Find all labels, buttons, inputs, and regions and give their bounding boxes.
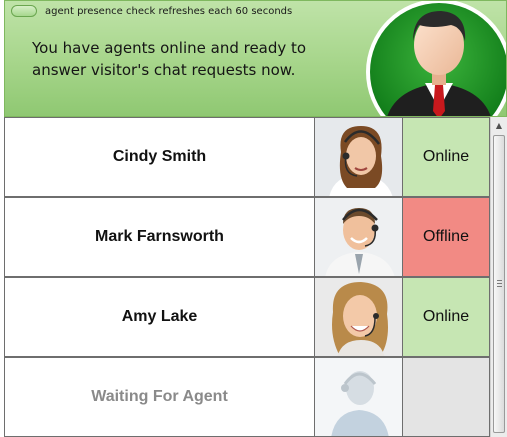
scroll-thumb[interactable]	[493, 135, 505, 433]
presence-header: agent presence check refreshes each 60 s…	[4, 0, 507, 117]
status-online: Online	[402, 277, 490, 357]
grip-line	[497, 280, 502, 281]
status-label: Offline	[423, 228, 469, 245]
status-offline: Offline	[402, 197, 490, 277]
female-agent-headset-photo	[314, 117, 403, 197]
refresh-indicator: agent presence check refreshes each 60 s…	[11, 4, 292, 18]
agent-name-cell: Amy Lake	[4, 277, 315, 357]
agent-row[interactable]: Waiting For Agent	[4, 357, 490, 437]
placeholder-agent-icon	[314, 357, 403, 437]
refresh-toggle-icon[interactable]	[11, 5, 37, 17]
agent-name-cell: Waiting For Agent	[4, 357, 315, 437]
agent-name: Waiting For Agent	[91, 388, 228, 405]
vertical-scrollbar[interactable]: ▲	[490, 117, 507, 437]
grip-line	[497, 286, 502, 287]
agent-row[interactable]: Cindy Smith Online	[4, 117, 490, 197]
agent-name: Cindy Smith	[112, 148, 207, 165]
refresh-text: agent presence check refreshes each 60 s…	[45, 5, 293, 17]
agent-row[interactable]: Amy Lake Online	[4, 277, 490, 357]
availability-message: You have agents online and ready to answ…	[32, 39, 307, 79]
grip-line	[497, 283, 502, 284]
status-empty	[402, 357, 490, 437]
agent-name: Mark Farnsworth	[95, 228, 224, 245]
scroll-up-arrow-icon[interactable]: ▲	[491, 117, 507, 134]
agent-list: Cindy Smith Online Mark Farnsworth Offli…	[4, 117, 490, 437]
status-online: Online	[402, 117, 490, 197]
status-label: Online	[422, 148, 470, 165]
male-agent-headset-photo	[314, 197, 403, 277]
female-agent-headset-photo	[314, 277, 403, 357]
agent-name: Amy Lake	[121, 308, 198, 325]
agent-silhouette-icon	[366, 1, 506, 116]
agent-row[interactable]: Mark Farnsworth Offline	[4, 197, 490, 277]
agent-name-cell: Mark Farnsworth	[4, 197, 315, 277]
agent-name-cell: Cindy Smith	[4, 117, 315, 197]
status-label: Online	[422, 308, 470, 325]
